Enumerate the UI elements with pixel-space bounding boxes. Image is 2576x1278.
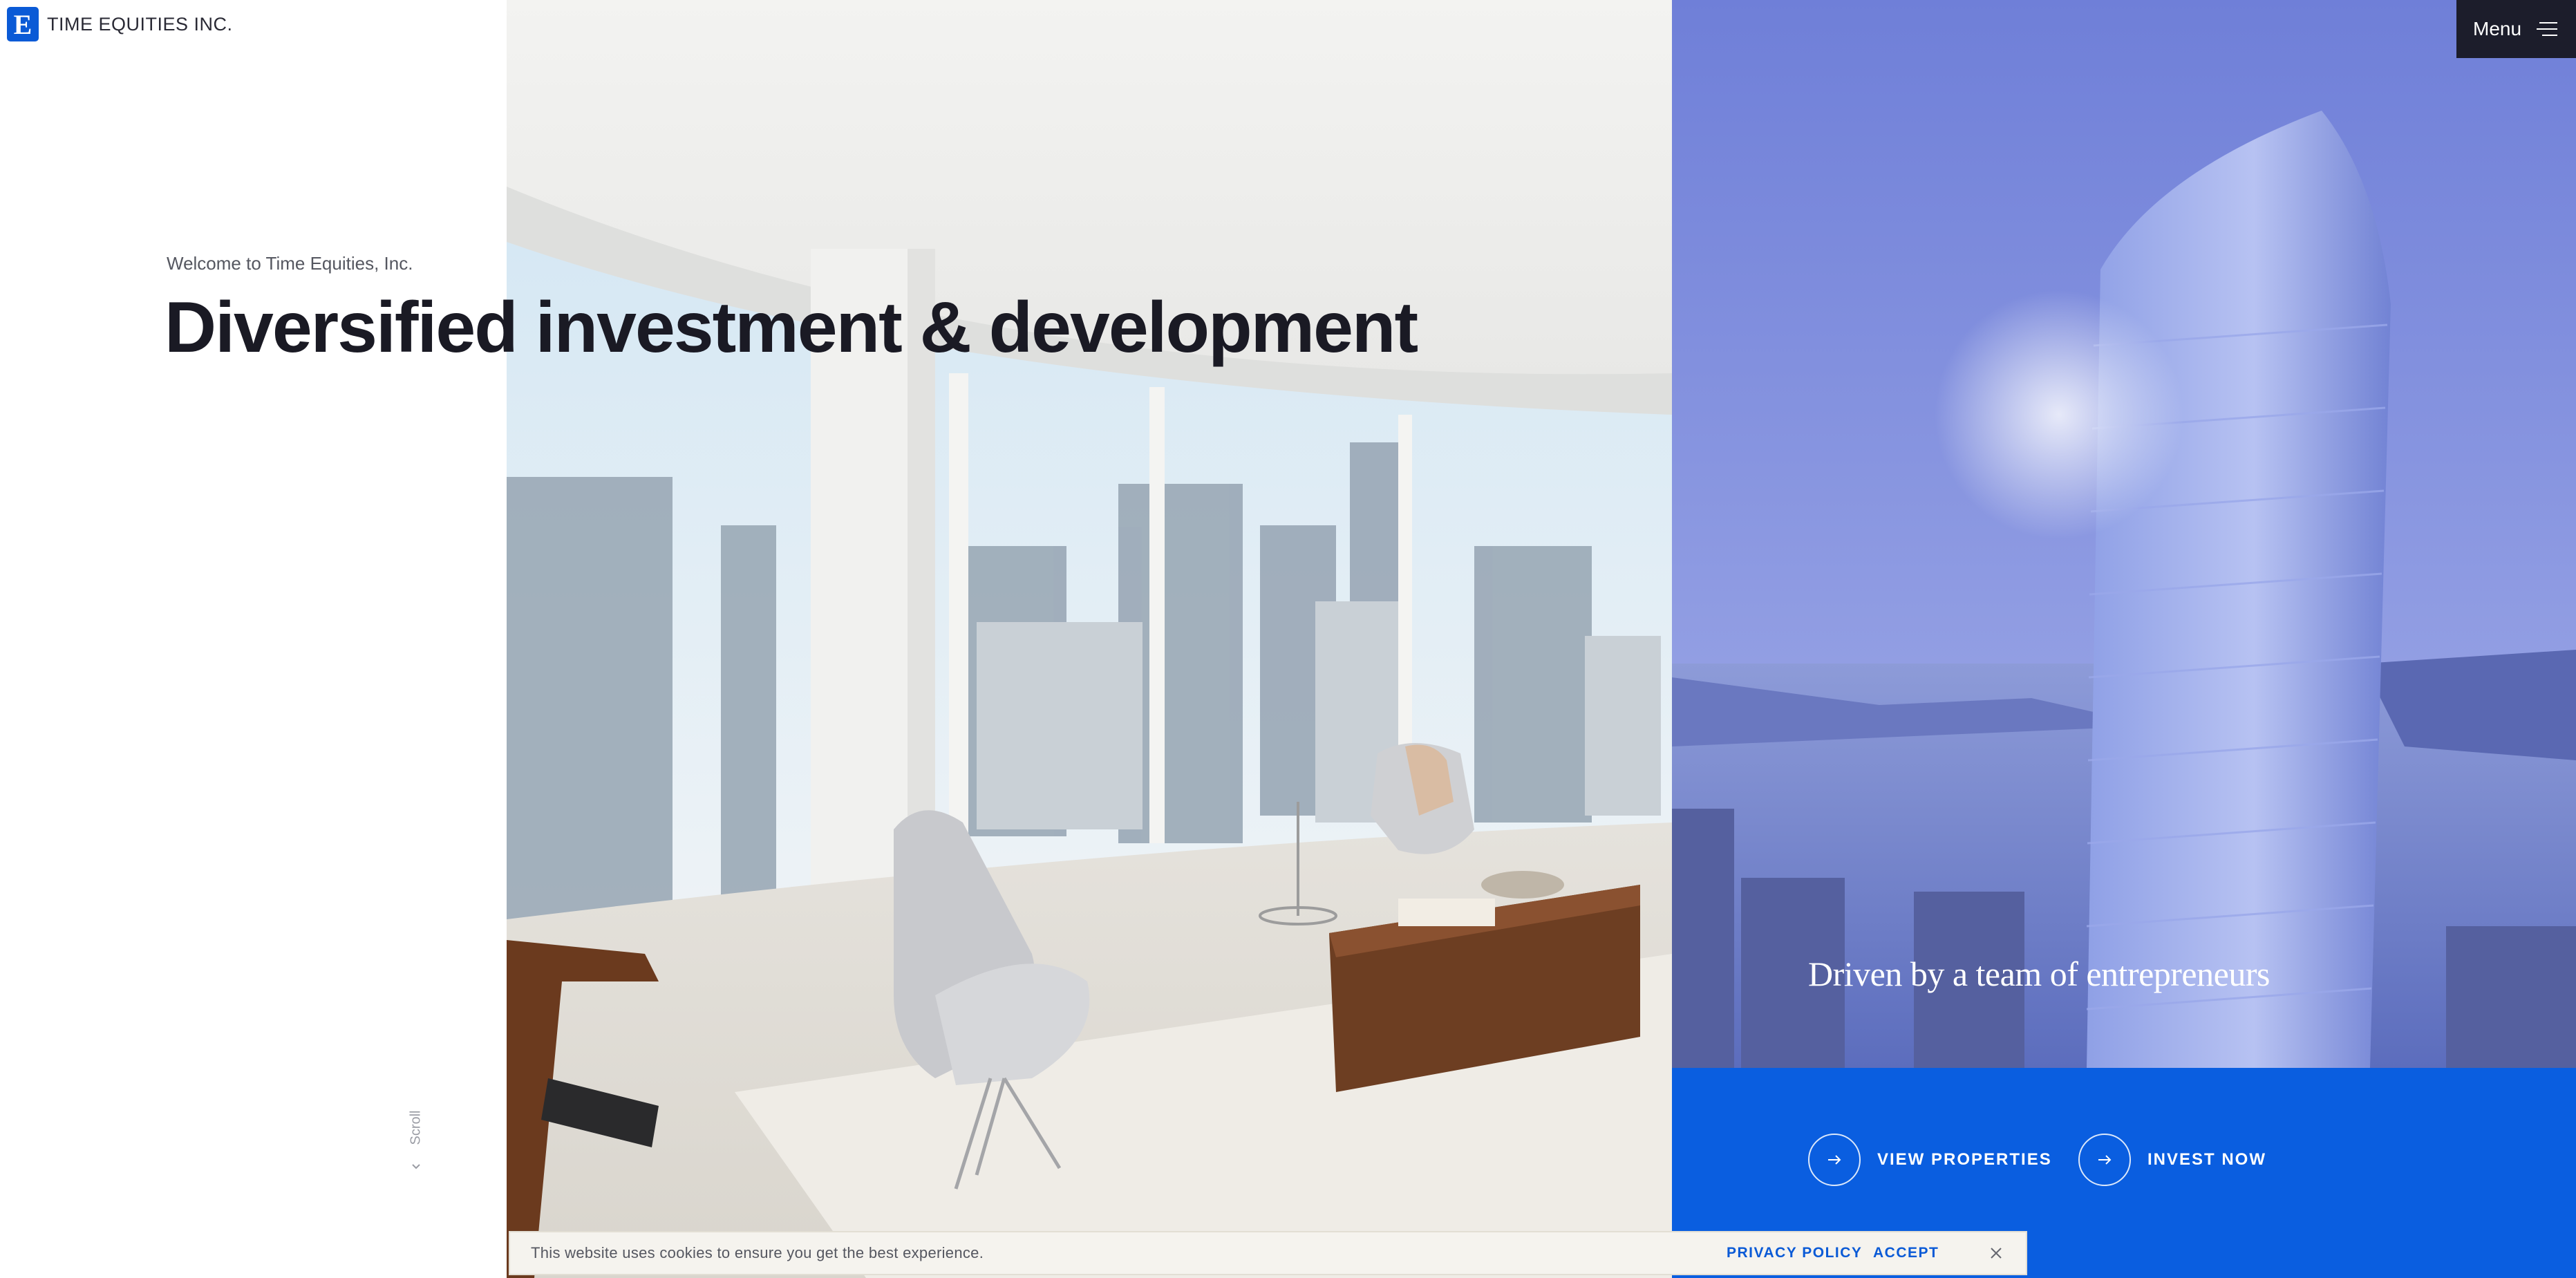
accept-cookies-button[interactable]: ACCEPT xyxy=(1873,1245,1939,1261)
hero-headline: Diversified investment & development xyxy=(164,288,1418,368)
site-logo[interactable]: E TIME EQUITIES INC. xyxy=(7,7,233,41)
view-properties-label: VIEW PROPERTIES xyxy=(1877,1150,2052,1169)
close-icon[interactable] xyxy=(1987,1244,2005,1262)
hero-left-column: E TIME EQUITIES INC. Welcome to Time Equ… xyxy=(0,0,507,1278)
invest-now-label: INVEST NOW xyxy=(2147,1150,2267,1169)
hamburger-icon xyxy=(2537,22,2558,36)
tower-photo xyxy=(1672,0,2576,1068)
interior-photo-illustration xyxy=(507,0,1672,1278)
view-properties-arrow-circle xyxy=(1808,1134,1861,1186)
tower-photo-illustration xyxy=(1672,0,2576,1068)
interior-photo xyxy=(507,0,1672,1278)
logo-mark-icon: E xyxy=(7,7,39,41)
menu-label: Menu xyxy=(2473,18,2522,39)
svg-text:E: E xyxy=(14,9,32,39)
privacy-policy-link[interactable]: PRIVACY POLICY xyxy=(1727,1245,1862,1261)
arrow-right-icon xyxy=(2098,1155,2112,1165)
scroll-label: Scroll xyxy=(408,1110,424,1145)
view-properties-button[interactable]: VIEW PROPERTIES xyxy=(1808,1134,2052,1186)
arrow-right-icon xyxy=(1828,1155,1841,1165)
cookie-banner: This website uses cookies to ensure you … xyxy=(509,1231,2027,1275)
welcome-text: Welcome to Time Equities, Inc. xyxy=(167,253,413,274)
cookie-message: This website uses cookies to ensure you … xyxy=(531,1244,984,1261)
chevron-down-icon xyxy=(412,1164,420,1169)
logo-wordmark: TIME EQUITIES INC. xyxy=(47,13,233,35)
logo-letter-icon: E xyxy=(14,9,32,39)
invest-now-button[interactable]: INVEST NOW xyxy=(2078,1134,2266,1186)
feature-tagline: Driven by a team of entrepreneurs xyxy=(1808,955,2270,993)
scroll-indicator[interactable]: Scroll xyxy=(402,1092,430,1182)
menu-button[interactable]: Menu xyxy=(2456,0,2576,58)
invest-now-arrow-circle xyxy=(2078,1134,2131,1186)
